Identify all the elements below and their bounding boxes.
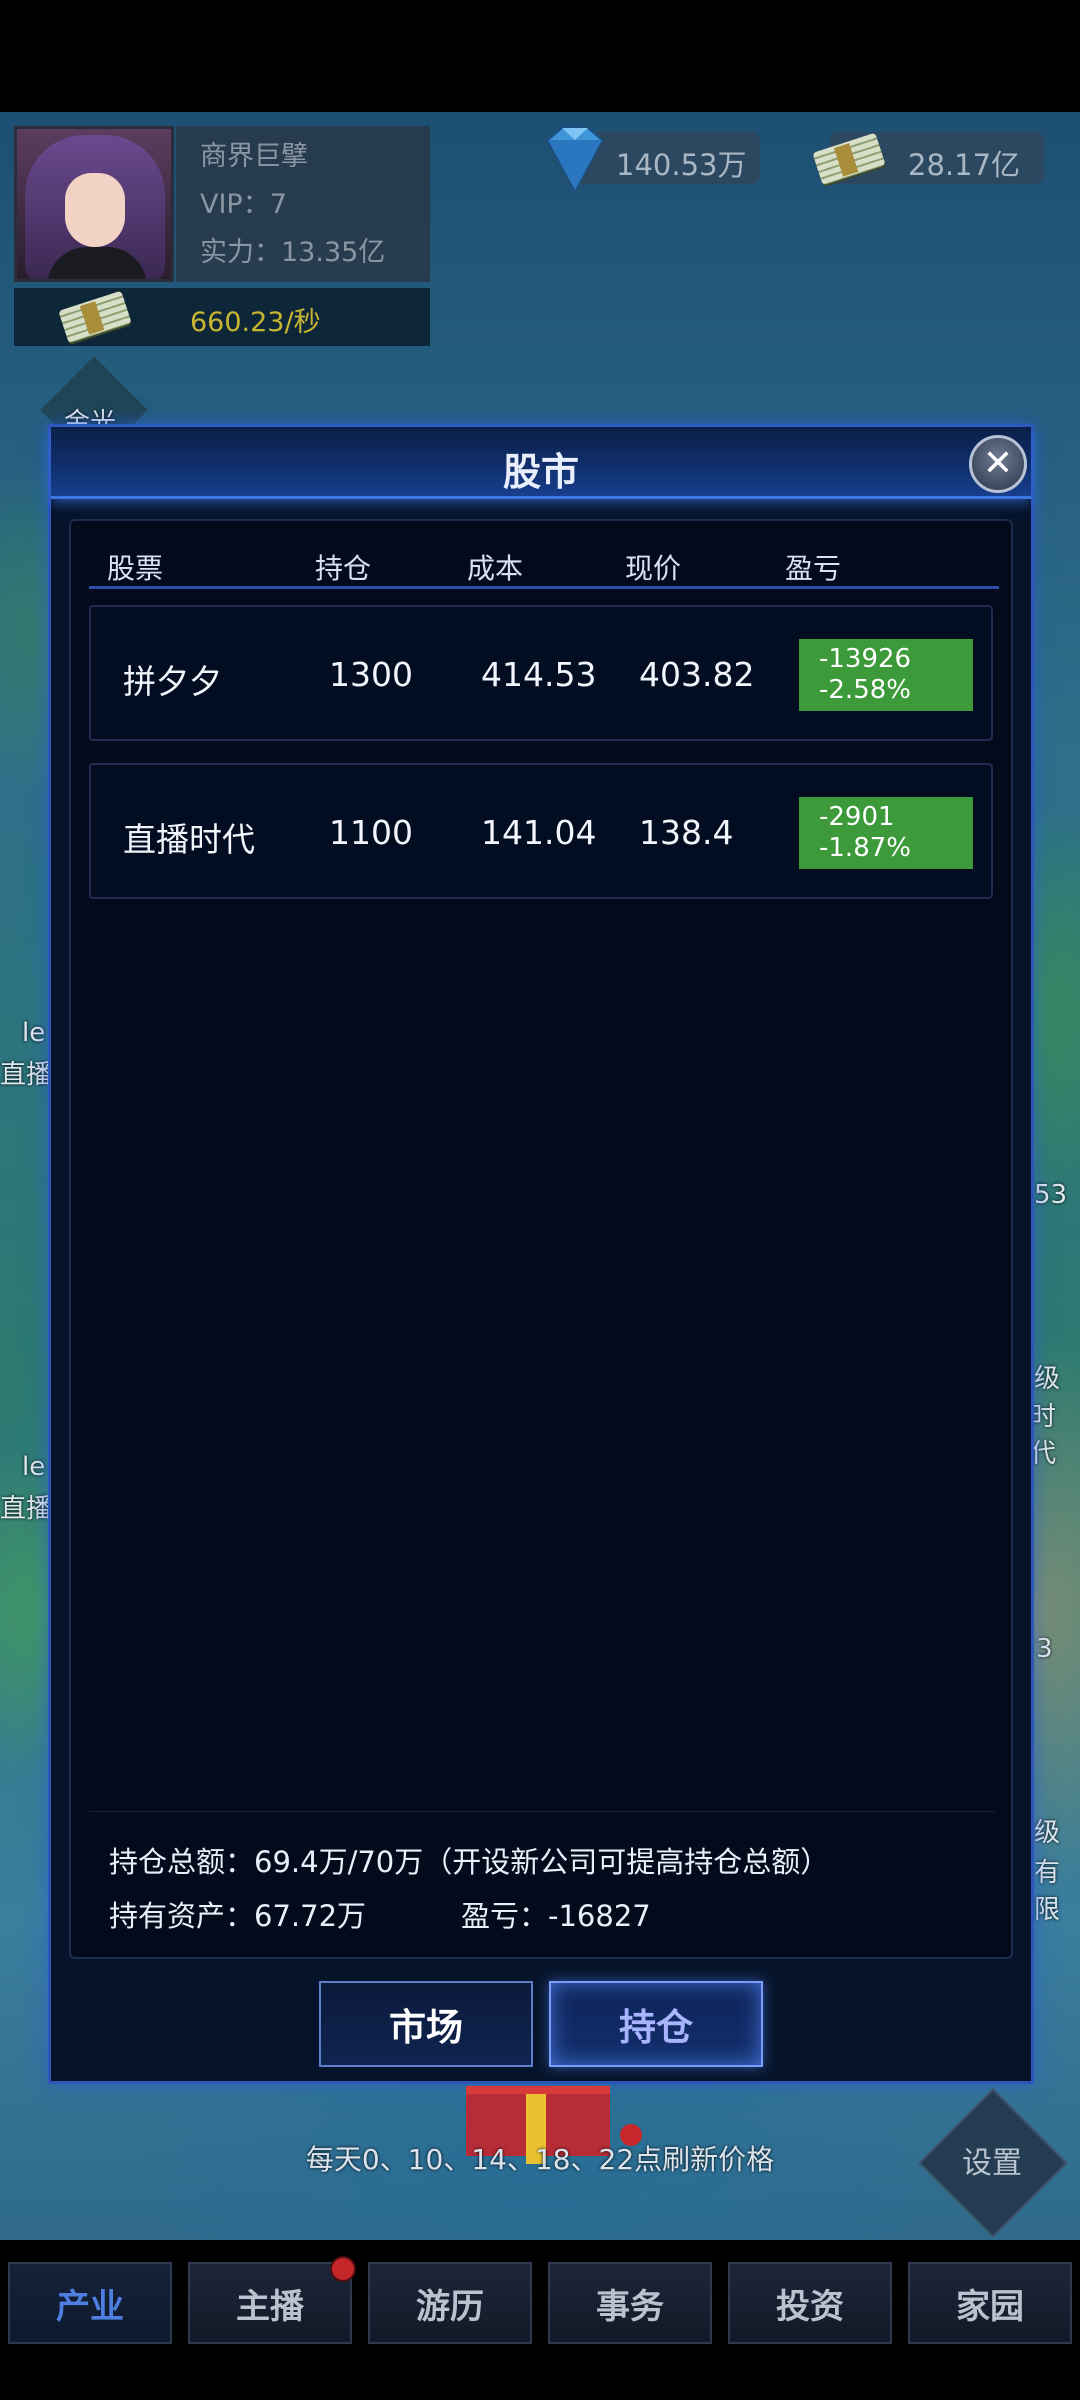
avatar-face [65, 173, 125, 247]
close-button[interactable]: ✕ [969, 435, 1027, 493]
notification-dot [330, 2256, 356, 2282]
holding-quantity: 1100 [329, 813, 413, 852]
stock-name: 直播时代 [123, 820, 255, 859]
table-row[interactable]: 直播时代 1100 141.04 138.4 -2901 -1.87% [89, 763, 993, 899]
summary-divider [89, 1811, 995, 1812]
held-assets-summary: 持有资产：67.72万 [109, 1899, 367, 1933]
cash-stack-icon [58, 290, 132, 344]
nav-item-industry[interactable]: 产业 [8, 2262, 172, 2344]
nav-item-label: 游历 [416, 2286, 484, 2327]
player-title: 商界巨擘 [200, 141, 308, 172]
holdings-table: 股票 持仓 成本 现价 盈亏 拼夕夕 1300 414.53 403.82 -1… [69, 519, 1013, 1959]
nav-item-home[interactable]: 家园 [908, 2262, 1072, 2344]
player-avatar[interactable] [14, 126, 174, 282]
dialog-title: 股市 [502, 450, 579, 494]
player-info-panel: 商界巨擘 VIP：7 实力：13.35亿 [176, 126, 430, 282]
cost-price: 414.53 [481, 655, 597, 694]
pl-badge: -2901 -1.87% [799, 797, 973, 869]
current-price: 403.82 [639, 655, 755, 694]
nav-item-label: 产业 [56, 2286, 124, 2327]
column-header-stock: 股票 [107, 552, 164, 585]
nav-item-label: 主播 [236, 2286, 304, 2327]
close-icon: ✕ [982, 443, 1014, 484]
bottom-navigation: 产业 主播 游历 事务 投资 家园 [0, 2240, 1080, 2400]
map-label-right-6: 有限 [1034, 1858, 1061, 1925]
tab-market[interactable]: 市场 [319, 1981, 533, 2067]
column-header-pl: 盈亏 [785, 552, 842, 585]
income-rate: 660.23/秒 [190, 307, 321, 338]
pl-amount: -2901 [819, 802, 895, 832]
current-price: 138.4 [639, 813, 734, 852]
player-power: 实力：13.35亿 [200, 237, 386, 268]
tab-holdings-label: 持仓 [619, 2006, 693, 2049]
nav-item-streamer[interactable]: 主播 [188, 2262, 352, 2344]
cost-price: 141.04 [481, 813, 597, 852]
map-label-left-3: le [22, 1452, 46, 1482]
diamond-icon [546, 127, 604, 192]
map-label-left-1: le [22, 1018, 46, 1048]
settings-label[interactable]: 设置 [932, 2138, 1052, 2182]
map-label-right-3: 时代 [1030, 1402, 1057, 1469]
pl-amount: -13926 [819, 644, 912, 674]
nav-item-travel[interactable]: 游历 [368, 2262, 532, 2344]
nav-item-affairs[interactable]: 事务 [548, 2262, 712, 2344]
map-label-left-4: 直播 [0, 1494, 53, 1524]
total-pl-summary: 盈亏：-16827 [461, 1899, 651, 1933]
tab-market-label: 市场 [389, 2006, 463, 2049]
pl-badge: -13926 -2.58% [799, 639, 973, 711]
stock-market-dialog: 股市 ✕ 股票 持仓 成本 现价 盈亏 拼夕夕 1300 414.53 403.… [48, 424, 1034, 2084]
table-header: 股票 持仓 成本 现价 盈亏 [89, 537, 999, 589]
pl-percent: -1.87% [819, 833, 911, 863]
price-refresh-note: 每天0、10、14、18、22点刷新价格 [305, 2143, 775, 2176]
column-header-cost: 成本 [467, 552, 524, 585]
nav-item-label: 家园 [956, 2286, 1024, 2327]
map-label-left-2: 直播 [0, 1060, 53, 1090]
diamond-amount: 140.53万 [616, 148, 747, 182]
pl-percent: -2.58% [819, 675, 911, 705]
dialog-header: 股市 ✕ [51, 427, 1031, 499]
cash-amount: 28.17亿 [908, 148, 1021, 182]
map-label-right-5: 级 [1034, 1818, 1061, 1848]
map-label-right-1: 53 [1034, 1180, 1068, 1210]
player-vip: VIP：7 [200, 189, 287, 220]
game-screen: 金光 le 直播 le 直播 53 级 时代 3 级 有限 商界巨擘 VIP：7… [0, 0, 1080, 2400]
nav-item-label: 投资 [776, 2286, 844, 2327]
stock-name: 拼夕夕 [123, 662, 222, 701]
table-row[interactable]: 拼夕夕 1300 414.53 403.82 -13926 -2.58% [89, 605, 993, 741]
holding-quantity: 1300 [329, 655, 413, 694]
income-rate-bar: 660.23/秒 [14, 288, 430, 346]
tab-holdings[interactable]: 持仓 [549, 1981, 763, 2067]
column-header-holding: 持仓 [315, 552, 372, 585]
nav-item-label: 事务 [596, 2286, 664, 2327]
nav-item-invest[interactable]: 投资 [728, 2262, 892, 2344]
holding-total-summary: 持仓总额：69.4万/70万（开设新公司可提高持仓总额） [109, 1845, 830, 1879]
column-header-price: 现价 [625, 552, 682, 585]
map-label-right-4: 3 [1036, 1634, 1053, 1664]
map-label-right-2: 级 [1034, 1364, 1061, 1394]
